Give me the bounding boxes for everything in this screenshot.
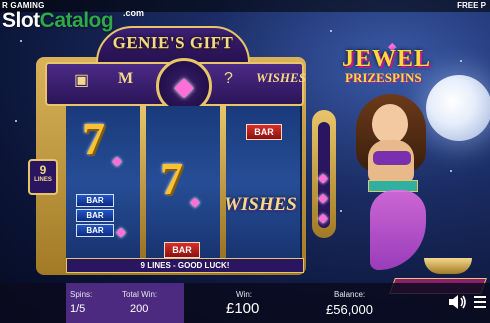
watermark-domain: .com — [123, 8, 145, 18]
lines-indicator: 9 LINES — [28, 159, 58, 195]
triple-bar-symbol: BAR BAR BAR — [76, 194, 114, 239]
star — [20, 40, 22, 42]
pink-gem-icon: ◆ — [116, 224, 126, 239]
mystery-icon: ? — [224, 70, 233, 87]
reel-1: 7 ◆ BAR BAR BAR ◆ — [66, 106, 140, 258]
seven-symbol: 7 — [160, 153, 183, 204]
reel-3: BAR WISHES — [224, 106, 300, 258]
lines-label: LINES — [34, 177, 52, 183]
menu-icon[interactable] — [474, 296, 486, 308]
top-wishes-label: WISHES — [256, 70, 306, 85]
watermark-part1: Slot — [2, 9, 40, 32]
bar-symbol: BAR — [246, 124, 282, 142]
spins-label: Spins: — [70, 290, 93, 299]
pink-gem-icon: ◆ — [318, 190, 328, 205]
total-win-value: 200 — [130, 303, 149, 315]
menu-line — [474, 296, 486, 298]
pink-gem-icon: ◆ — [318, 170, 328, 185]
menu-line — [474, 306, 486, 308]
menu-line — [474, 301, 486, 303]
lines-count: 9 — [39, 163, 47, 177]
reels-area: 7 ◆ BAR BAR BAR ◆ 7 ◆ BAR BAR WISHES — [66, 106, 302, 258]
bar-label: BAR — [246, 124, 282, 140]
star — [460, 60, 462, 62]
sound-icon[interactable] — [448, 294, 468, 310]
star — [450, 170, 452, 172]
pink-gem-icon: ◆ — [112, 153, 122, 168]
bar-label: BAR — [164, 242, 200, 258]
lamp-symbol-icon: M — [118, 70, 134, 87]
balance-label: Balance: — [334, 290, 366, 299]
message-bar: 9 LINES - GOOD LUCK! — [66, 258, 304, 273]
spins-value: 1/5 — [70, 303, 86, 315]
gem-icon: ◆ — [174, 70, 194, 101]
pink-gem-icon: ◆ — [318, 210, 328, 225]
bar-label: BAR — [76, 194, 114, 207]
watermark-part2: Catalog — [39, 9, 114, 32]
feature-logo-title: JEWEL — [342, 46, 432, 72]
bar-label: BAR — [76, 209, 114, 222]
chest-icon: ▣ — [74, 72, 90, 89]
free-play-label: FREE P — [457, 1, 486, 10]
genie-top — [372, 150, 412, 166]
moon — [426, 75, 490, 141]
seven-symbol: 7 — [82, 113, 105, 164]
reel-divider — [220, 106, 226, 258]
star — [15, 120, 17, 122]
magic-lamp-icon — [424, 258, 472, 274]
reel-2: 7 ◆ BAR — [146, 106, 220, 258]
genie-face — [372, 104, 408, 144]
total-win-label: Total Win: — [122, 290, 158, 299]
star — [340, 210, 342, 212]
pink-gem-icon: ◆ — [190, 194, 200, 209]
watermark-logo: Slot Catalog .com — [2, 8, 144, 33]
genie-smoke — [370, 190, 426, 270]
wishes-symbol: WISHES — [224, 194, 297, 215]
win-label: Win: — [236, 290, 252, 299]
bar-label: BAR — [76, 224, 114, 237]
balance-value: £56,000 — [326, 302, 373, 317]
win-value: £100 — [226, 300, 260, 317]
star — [330, 30, 332, 32]
feature-logo-subtitle: PRIZESPINS — [345, 70, 422, 85]
reel-divider — [140, 106, 146, 258]
game-title: GENIE'S GIFT — [112, 33, 234, 52]
